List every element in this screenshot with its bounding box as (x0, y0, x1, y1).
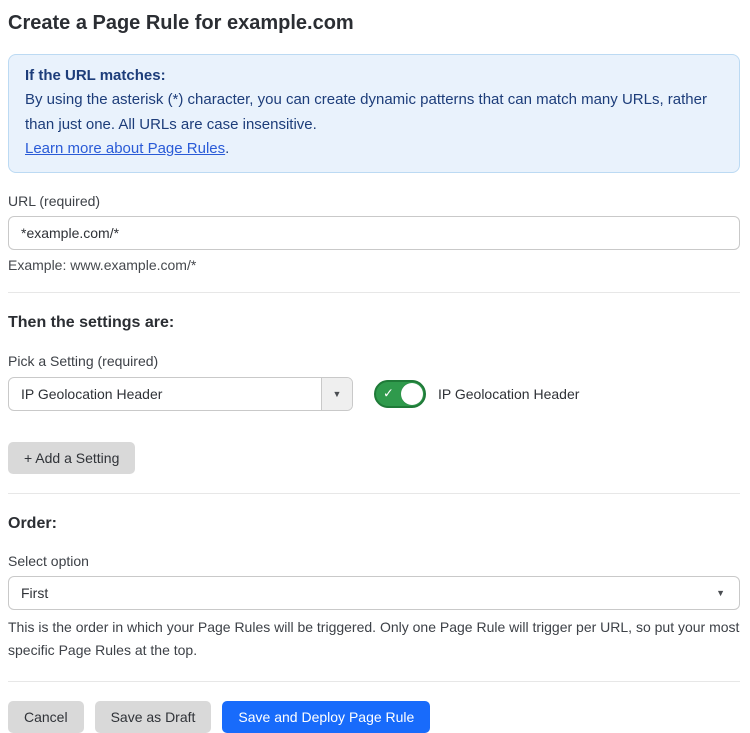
order-section-heading: Order: (8, 515, 740, 533)
order-help-text: This is the order in which your Page Rul… (8, 616, 740, 662)
setting-select[interactable]: IP Geolocation Header ▼ (8, 377, 353, 411)
divider (8, 292, 740, 293)
info-box-link-line: Learn more about Page Rules. (25, 137, 723, 161)
settings-section-heading: Then the settings are: (8, 314, 740, 332)
toggle-knob (401, 383, 423, 405)
divider (8, 681, 740, 682)
setting-select-value: IP Geolocation Header (9, 378, 321, 410)
order-select-label: Select option (8, 553, 740, 569)
ip-geolocation-toggle[interactable]: ✓ (374, 380, 426, 408)
toggle-label: IP Geolocation Header (438, 386, 579, 402)
save-and-deploy-button[interactable]: Save and Deploy Page Rule (222, 701, 430, 733)
order-select-value: First (21, 585, 716, 601)
info-box-heading: If the URL matches: (25, 64, 723, 88)
url-field-label: URL (required) (8, 193, 740, 209)
save-as-draft-button[interactable]: Save as Draft (95, 701, 212, 733)
add-setting-button[interactable]: + Add a Setting (8, 442, 135, 474)
footer-button-row: Cancel Save as Draft Save and Deploy Pag… (8, 701, 740, 733)
url-example-hint: Example: www.example.com/* (8, 257, 740, 273)
learn-more-link[interactable]: Learn more about Page Rules (25, 140, 225, 157)
cancel-button[interactable]: Cancel (8, 701, 84, 733)
url-matches-info-box: If the URL matches: By using the asteris… (8, 54, 740, 173)
page-title: Create a Page Rule for example.com (8, 12, 740, 35)
chevron-down-icon: ▼ (333, 390, 342, 399)
divider (8, 493, 740, 494)
link-period: . (225, 140, 229, 157)
check-icon: ✓ (383, 386, 394, 402)
url-input[interactable] (8, 216, 740, 250)
setting-row: IP Geolocation Header ▼ ✓ IP Geolocation… (8, 377, 740, 411)
info-box-body: By using the asterisk (*) character, you… (25, 88, 723, 137)
pick-setting-label: Pick a Setting (required) (8, 353, 740, 369)
setting-select-caret-button[interactable]: ▼ (321, 378, 352, 410)
order-select[interactable]: First ▼ (8, 576, 740, 610)
chevron-down-icon: ▼ (716, 589, 725, 598)
